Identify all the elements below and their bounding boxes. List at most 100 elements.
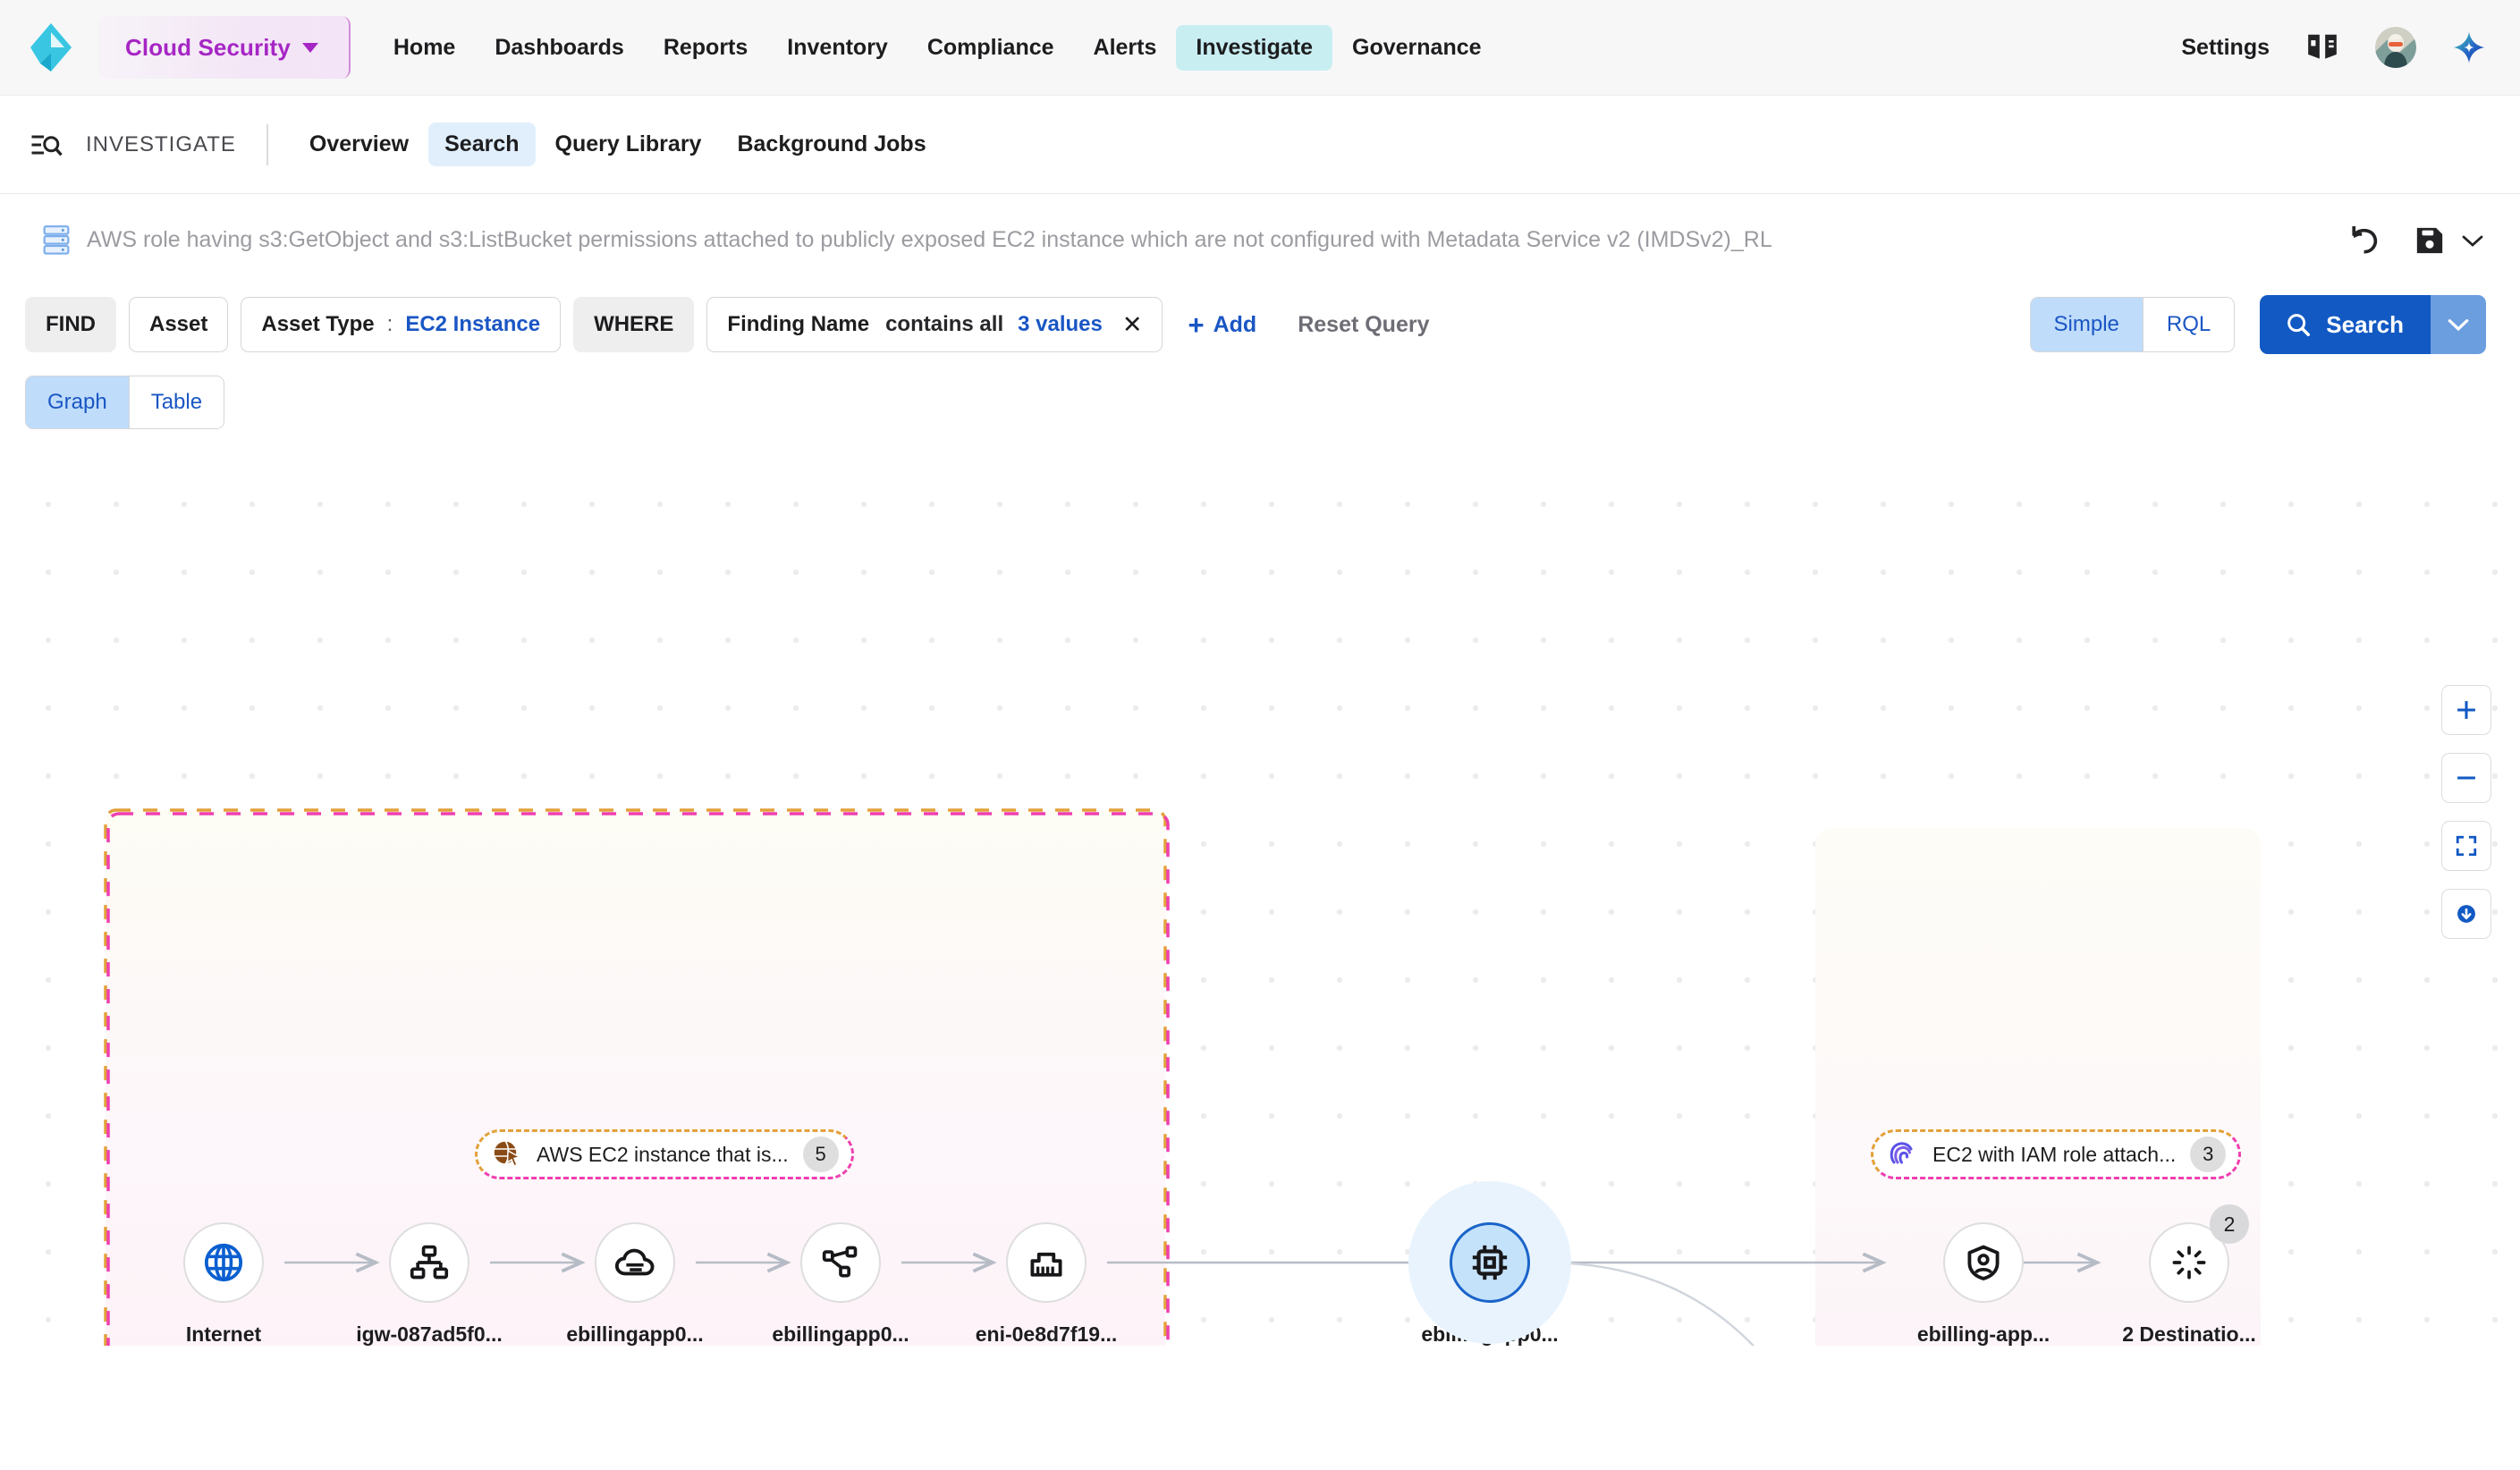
search-icon xyxy=(2287,314,2311,336)
view-mode-toggle-wrap: Graph Table xyxy=(0,363,2520,429)
tab-query-library[interactable]: Query Library xyxy=(539,122,718,166)
group-badge-iam-role[interactable]: EC2 with IAM role attach... 3 xyxy=(1871,1129,2242,1179)
asset-type-chip[interactable]: Asset Type : EC2 Instance xyxy=(241,297,562,352)
search-button-group: Search xyxy=(2260,295,2486,354)
plus-icon: + xyxy=(1188,308,1205,341)
download-button[interactable] xyxy=(2441,889,2491,939)
node-count-badge: 2 xyxy=(2210,1204,2249,1244)
graph-edges-and-groups xyxy=(104,808,2261,1346)
query-builder-row: FIND Asset Asset Type : EC2 Instance WHE… xyxy=(0,286,2520,363)
condition-field: Finding Name xyxy=(727,312,870,336)
nav-item-inventory[interactable]: Inventory xyxy=(767,25,908,71)
find-label: FIND xyxy=(46,312,96,336)
node-circle[interactable] xyxy=(1450,1222,1530,1303)
condition-value[interactable]: 3 values xyxy=(1018,312,1103,337)
iam-role-shield-icon xyxy=(1967,1245,2000,1280)
node-circle[interactable]: 2 xyxy=(2149,1204,2249,1303)
nav-item-reports[interactable]: Reports xyxy=(644,25,767,71)
save-disk-icon[interactable] xyxy=(2414,225,2445,256)
group-badge-internet-exposure[interactable]: AWS EC2 instance that is... 5 xyxy=(475,1129,854,1179)
where-label: WHERE xyxy=(594,312,674,336)
chevron-down-icon xyxy=(301,42,318,53)
nav-item-compliance[interactable]: Compliance xyxy=(908,25,1074,71)
search-dropdown-button[interactable] xyxy=(2431,295,2486,354)
settings-link[interactable]: Settings xyxy=(2181,35,2270,61)
badge-label: AWS EC2 instance that is... xyxy=(537,1142,789,1166)
graph-node-interface[interactable]: eni-0e8d7f19... Interface xyxy=(948,1222,1145,1346)
saved-query-icon xyxy=(43,224,70,255)
sparkle-ai-icon[interactable] xyxy=(2452,30,2486,64)
internet-exposure-icon xyxy=(493,1140,522,1168)
nav-item-alerts[interactable]: Alerts xyxy=(1074,25,1177,71)
asset-type-separator: : xyxy=(386,312,393,336)
add-condition-button[interactable]: + Add xyxy=(1188,311,1256,339)
prisma-logo-icon[interactable] xyxy=(30,23,72,72)
zoom-in-icon xyxy=(2457,701,2475,719)
asset-label: Asset xyxy=(149,312,208,336)
nav-item-governance[interactable]: Governance xyxy=(1332,25,1501,71)
condition-operator: contains all xyxy=(885,312,1004,336)
query-mode-and-search: Simple RQL Search xyxy=(2029,295,2486,354)
tab-background-jobs[interactable]: Background Jobs xyxy=(721,122,942,166)
query-title-actions xyxy=(2350,225,2484,256)
nav-item-home[interactable]: Home xyxy=(374,25,475,71)
investigate-tabs: Overview Search Query Library Background… xyxy=(293,122,943,166)
asset-chip[interactable]: Asset xyxy=(129,297,229,352)
fit-screen-button[interactable] xyxy=(2441,821,2491,871)
nav-item-investigate[interactable]: Investigate xyxy=(1176,24,1333,71)
subnet-icon xyxy=(822,1246,858,1278)
tenant-selector[interactable]: Cloud Security xyxy=(98,16,351,79)
node-label: ebillingapp0... xyxy=(566,1322,704,1346)
undo-icon[interactable] xyxy=(2350,225,2380,256)
section-label: INVESTIGATE xyxy=(86,123,268,165)
node-circle[interactable] xyxy=(183,1222,264,1303)
node-circle[interactable] xyxy=(1943,1222,2024,1303)
chevron-down-icon[interactable] xyxy=(2461,233,2484,248)
query-mode-toggle: Simple RQL xyxy=(2029,297,2236,352)
find-keyword-chip: FIND xyxy=(25,297,116,352)
close-icon[interactable]: ✕ xyxy=(1122,312,1143,337)
node-label: eni-0e8d7f19... xyxy=(975,1322,1118,1346)
mode-rql[interactable]: RQL xyxy=(2142,298,2235,351)
badge-count: 3 xyxy=(2190,1136,2227,1172)
book-icon[interactable] xyxy=(2305,30,2339,64)
reset-query-button[interactable]: Reset Query xyxy=(1298,312,1429,338)
condition-chip[interactable]: Finding Name contains all 3 values ✕ xyxy=(706,297,1163,352)
search-label: Search xyxy=(2326,310,2404,338)
nav-item-dashboards[interactable]: Dashboards xyxy=(475,25,643,71)
zoom-out-button[interactable] xyxy=(2441,753,2491,803)
ec2-chip-icon xyxy=(1472,1245,1508,1280)
avatar[interactable] xyxy=(2375,27,2416,68)
download-icon xyxy=(2457,905,2475,923)
graph-node-subnet[interactable]: ebillingapp0... Subnet xyxy=(742,1222,939,1346)
view-table[interactable]: Table xyxy=(128,376,224,428)
tab-overview[interactable]: Overview xyxy=(293,122,425,166)
zoom-in-button[interactable] xyxy=(2441,685,2491,735)
graph-canvas[interactable]: AWS EC2 instance that is... 5 EC2 with I… xyxy=(0,452,2520,1346)
iam-fingerprint-icon xyxy=(1890,1142,1913,1164)
node-circle[interactable] xyxy=(389,1222,469,1303)
search-list-icon xyxy=(31,135,63,156)
node-label: Internet xyxy=(185,1322,262,1346)
badge-label: EC2 with IAM role attach... xyxy=(1932,1142,2177,1166)
gateway-icon xyxy=(410,1245,449,1280)
graph-node-iam-role[interactable]: ebilling-app... role xyxy=(1885,1222,2082,1346)
graph-node-ec2-instance[interactable]: ebillingapp0... EC2 Instance xyxy=(1391,1181,1588,1346)
graph-node-s3-destinations[interactable]: 2 2 Destinatio... s3 xyxy=(2091,1204,2287,1346)
mode-simple[interactable]: Simple xyxy=(2030,298,2143,351)
add-label: Add xyxy=(1213,311,1257,337)
view-graph[interactable]: Graph xyxy=(26,376,129,428)
tab-search[interactable]: Search xyxy=(428,122,536,166)
header-actions: Settings xyxy=(2181,27,2486,68)
network-interface-icon xyxy=(1030,1252,1062,1277)
graph-node-vpc[interactable]: ebillingapp0... VPC xyxy=(537,1222,733,1346)
chevron-down-icon xyxy=(2448,319,2469,332)
graph-node-gateway[interactable]: igw-087ad5f0... Gateway xyxy=(331,1222,528,1346)
badge-count: 5 xyxy=(802,1136,839,1172)
search-button[interactable]: Search xyxy=(2260,295,2431,354)
node-circle[interactable] xyxy=(595,1222,675,1303)
node-circle[interactable] xyxy=(800,1222,881,1303)
graph-node-internet[interactable]: Internet xyxy=(125,1222,322,1346)
node-circle[interactable] xyxy=(1006,1222,1087,1303)
zoom-out-icon xyxy=(2457,776,2475,780)
